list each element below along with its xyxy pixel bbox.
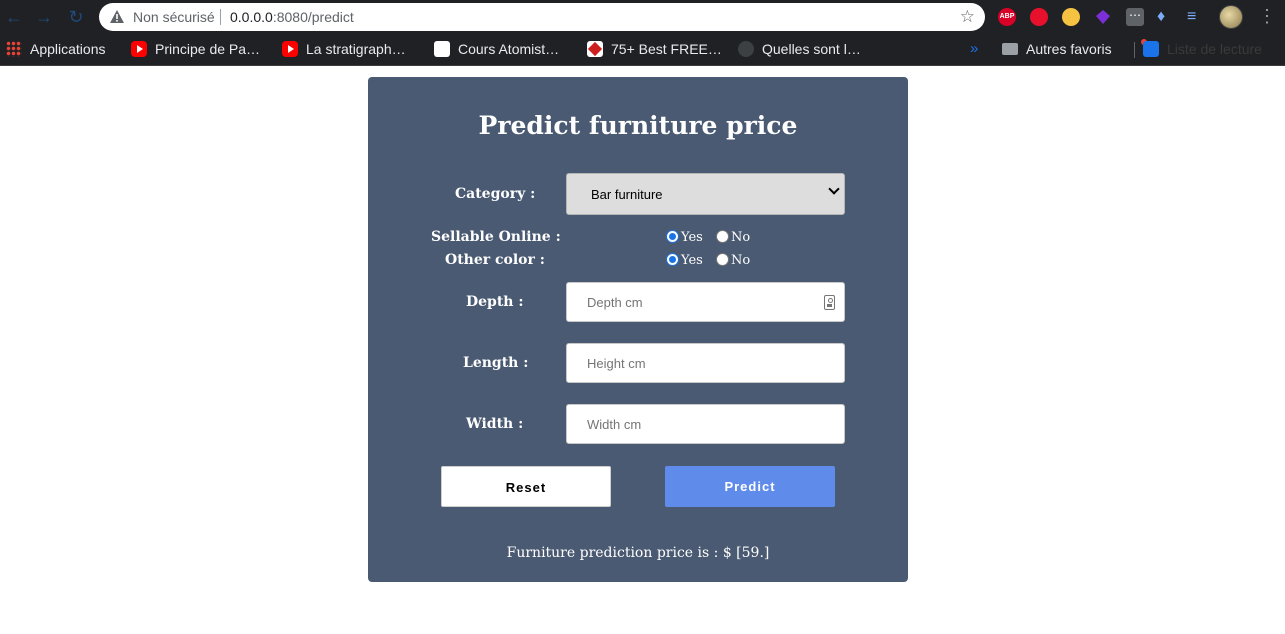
page-title: Predict furniture price	[478, 111, 798, 140]
media-list-icon[interactable]: ≡	[1187, 8, 1205, 26]
eyes-extension-icon[interactable]	[1062, 8, 1080, 26]
length-input[interactable]: Height cm	[566, 343, 845, 383]
reading-list-label: Liste de lecture	[1167, 41, 1262, 57]
adblock-icon[interactable]: ABP	[998, 8, 1016, 26]
more-extension-icon[interactable]: ⋯	[1126, 8, 1144, 26]
address-bar[interactable]: Non sécurisé 0.0.0.0:8080/predict ☆	[99, 3, 985, 31]
forward-icon[interactable]: →	[34, 7, 54, 27]
bookmarks-bar: Applications Principe de Pa… La stratigr…	[0, 34, 1285, 66]
width-label: Width :	[466, 416, 524, 432]
sellable-yes-radio[interactable]	[666, 230, 679, 243]
other-color-yes-radio[interactable]	[666, 253, 679, 266]
security-label: Non sécurisé	[133, 9, 215, 25]
length-placeholder: Height cm	[587, 356, 646, 371]
bookmark-label: Applications	[30, 41, 106, 57]
bookmark-applications[interactable]: Applications	[6, 41, 106, 57]
site-favicon-icon	[738, 41, 754, 57]
sellable-online-label: Sellable Online :	[431, 229, 561, 245]
bookmark-principe[interactable]: Principe de Pa…	[131, 41, 260, 57]
depth-input[interactable]: Depth cm	[566, 282, 845, 322]
reset-button[interactable]: Reset	[441, 466, 611, 507]
reading-list[interactable]: Liste de lecture	[1143, 41, 1262, 57]
bookmark-label: Cours Atomist…	[458, 41, 560, 57]
bookmark-label: La stratigraph…	[306, 41, 406, 57]
profile-avatar[interactable]	[1219, 5, 1243, 29]
other-color-no-radio[interactable]	[715, 253, 729, 266]
depth-placeholder: Depth cm	[587, 295, 643, 310]
youtube-icon	[282, 41, 298, 57]
prediction-result: Furniture prediction price is : $ [59.]	[506, 545, 770, 561]
bookmark-label: Quelles sont l…	[762, 41, 861, 57]
bookmark-star-icon[interactable]: ☆	[960, 7, 975, 27]
url-host: 0.0.0.0	[230, 9, 273, 25]
bookmark-label: Principe de Pa…	[155, 41, 261, 57]
category-select[interactable]: Bar furniture	[566, 173, 845, 215]
other-color-no-label: No	[730, 253, 751, 268]
other-color-yes-label: Yes	[681, 253, 703, 268]
url-path: :8080/predict	[272, 9, 354, 25]
folder-icon	[1002, 43, 1018, 55]
site-favicon-icon	[587, 41, 603, 57]
other-color-label: Other color :	[445, 252, 545, 268]
predict-button[interactable]: Predict	[665, 466, 835, 507]
extensions-puzzle-icon[interactable]: ♦	[1157, 8, 1175, 26]
site-favicon-icon	[434, 41, 450, 57]
sellable-no-radio[interactable]	[715, 230, 729, 243]
prediction-form-card: Predict furniture price Category : Bar f…	[368, 77, 908, 582]
browser-menu-icon[interactable]: ⋮	[1258, 6, 1276, 27]
bookmark-quelles[interactable]: Quelles sont l…	[738, 41, 861, 57]
autofill-contact-icon[interactable]	[824, 295, 835, 310]
warning-icon[interactable]	[110, 10, 124, 23]
length-label: Length :	[463, 355, 529, 371]
reading-list-icon	[1143, 41, 1159, 57]
bookmark-label: Autres favoris	[1026, 41, 1112, 57]
sellable-no-label: No	[730, 230, 751, 245]
depth-label: Depth :	[466, 294, 524, 310]
gem-extension-icon[interactable]	[1094, 8, 1112, 26]
width-input[interactable]: Width cm	[566, 404, 845, 444]
bookmark-label: 75+ Best FREE…	[611, 41, 722, 57]
bookmarks-separator	[1134, 42, 1135, 58]
browser-toolbar: ← → ↻ Non sécurisé 0.0.0.0:8080/predict …	[0, 0, 1285, 34]
bookmark-other-favorites[interactable]: Autres favoris	[1002, 41, 1112, 57]
bookmarks-overflow-icon[interactable]: »	[970, 40, 978, 57]
width-placeholder: Width cm	[587, 417, 642, 432]
stop-hand-icon[interactable]	[1030, 8, 1048, 26]
apps-grid-icon	[6, 41, 22, 57]
category-value: Bar furniture	[591, 187, 663, 202]
url-separator	[220, 9, 221, 25]
back-icon[interactable]: ←	[4, 7, 24, 27]
reload-icon[interactable]: ↻	[66, 7, 86, 27]
category-label: Category :	[455, 186, 536, 202]
url-text[interactable]: 0.0.0.0:8080/predict	[230, 9, 354, 25]
bookmark-best-free[interactable]: 75+ Best FREE…	[587, 41, 722, 57]
other-color-radio-group: Yes No	[666, 253, 759, 271]
bookmark-cours[interactable]: Cours Atomist…	[434, 41, 559, 57]
sellable-online-radio-group: Yes No	[666, 230, 759, 248]
youtube-icon	[131, 41, 147, 57]
sellable-yes-label: Yes	[681, 230, 703, 245]
chevron-down-icon	[828, 183, 840, 195]
bookmark-stratigraphie[interactable]: La stratigraph…	[282, 41, 406, 57]
